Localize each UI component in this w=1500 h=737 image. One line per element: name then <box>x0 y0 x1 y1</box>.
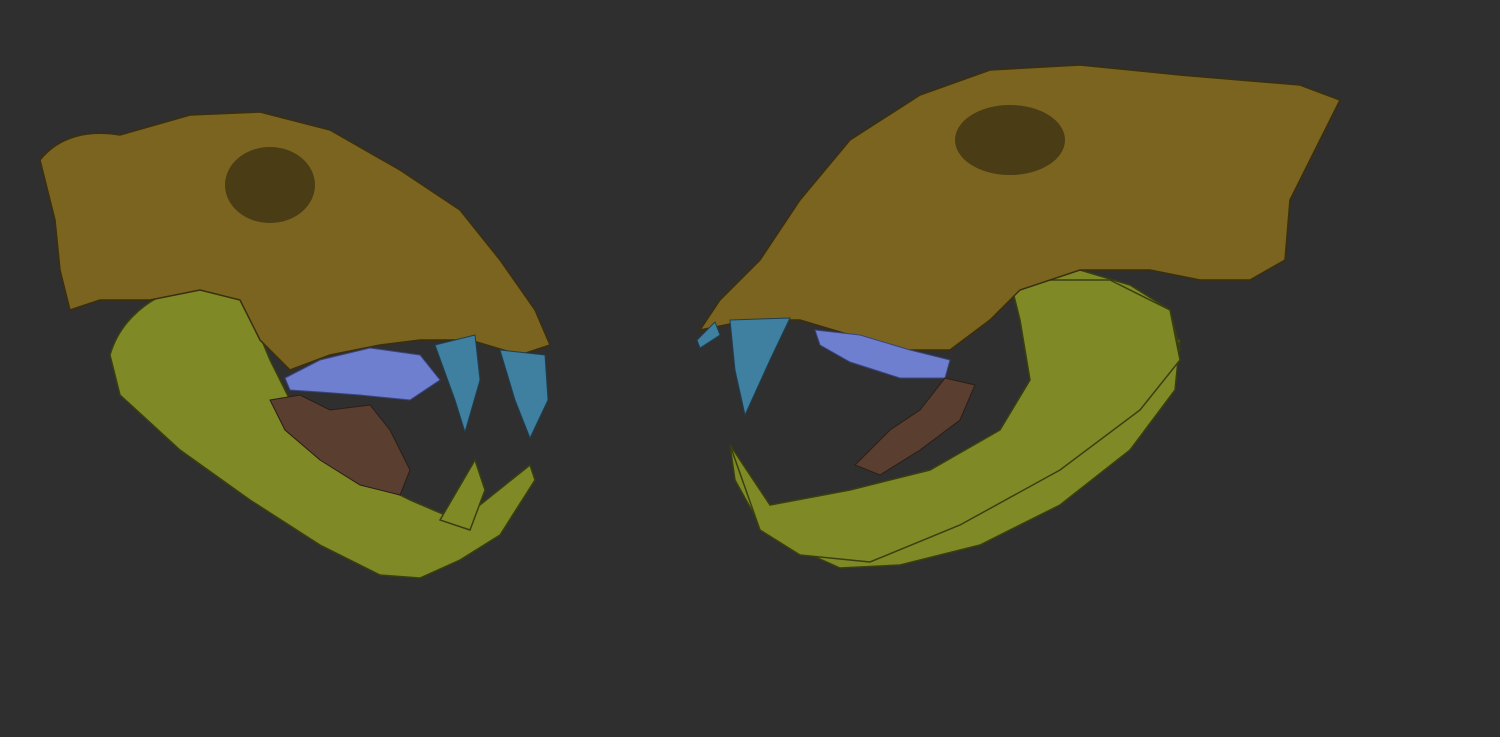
3d-viewport[interactable]: .cran { fill: #7a6420; stroke: #3a2f0e; … <box>0 0 1500 737</box>
skull-right[interactable] <box>696 64 1342 569</box>
cranium-left <box>39 111 552 371</box>
canine-upper-right <box>729 317 791 417</box>
orbit-left <box>225 147 315 223</box>
skull-left[interactable] <box>39 111 552 579</box>
canine-upper-left <box>434 334 481 434</box>
orbit-right <box>955 105 1065 175</box>
canine-upper-left-2 <box>499 349 549 440</box>
